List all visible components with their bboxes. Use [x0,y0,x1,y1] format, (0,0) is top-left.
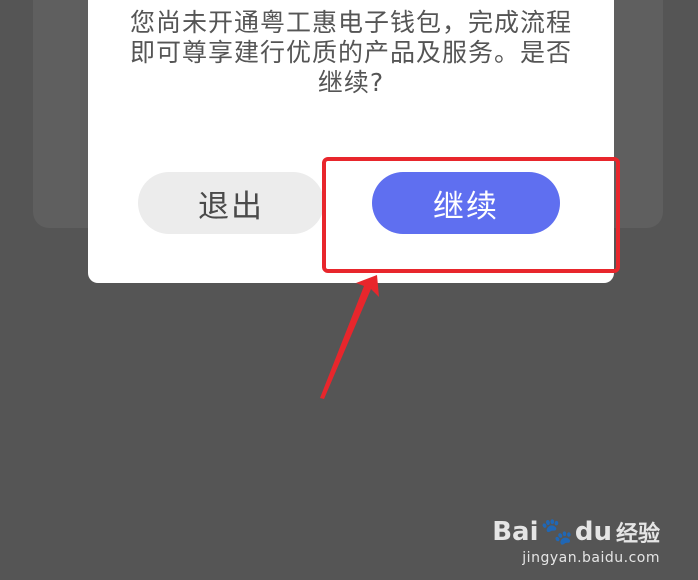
watermark-url: jingyan.baidu.com [522,550,660,566]
watermark-brand-left: Bai [492,517,539,547]
arrow-shape [320,275,379,399]
paw-icon: 🐾 [540,517,573,547]
watermark-brand-cn: 经验 [615,522,660,547]
baidu-watermark: Bai 🐾 du 经验 jingyan.baidu.com [492,516,660,566]
watermark-brand-right: du [574,517,612,547]
annotation-arrow [320,275,379,399]
